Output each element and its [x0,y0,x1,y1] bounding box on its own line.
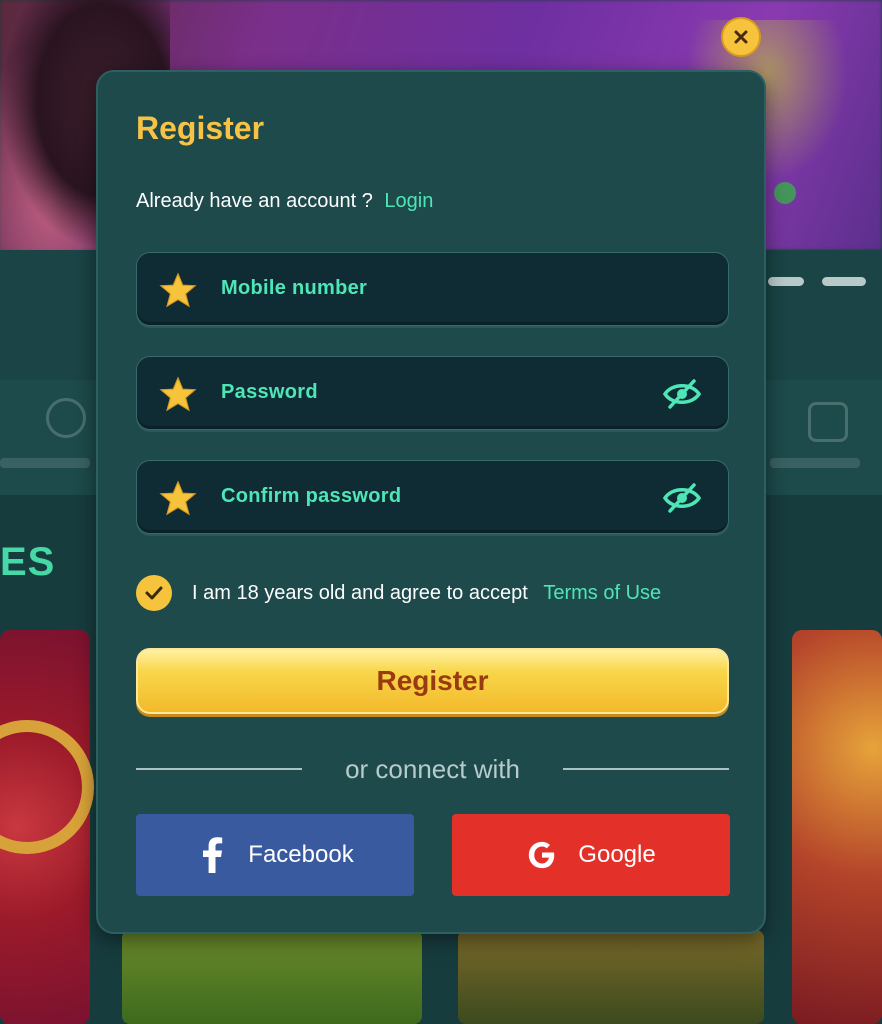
register-modal: Register Already have an account ? Login… [96,70,766,934]
background-game-card [0,630,94,1024]
google-icon [526,839,558,871]
facebook-icon [196,837,228,873]
confirm-password-label: Confirm password [221,485,402,507]
agree-text: I am 18 years old and agree to accept Te… [192,582,661,605]
login-prompt-text: Already have an account ? [136,190,373,212]
carousel-dot [822,277,866,286]
checkmark-icon [145,586,163,600]
mobile-number-field[interactable]: Mobile number [136,252,729,326]
password-label: Password [221,381,318,403]
close-icon [734,30,748,44]
agree-checkbox[interactable] [136,575,172,611]
terms-of-use-link[interactable]: Terms of Use [543,582,661,604]
background-section-title: ES [0,540,56,584]
facebook-label: Facebook [248,841,354,868]
password-field[interactable]: Password [136,356,729,430]
agree-statement: I am 18 years old and agree to accept [192,582,528,604]
eye-slash-icon[interactable] [662,482,702,514]
google-login-button[interactable]: Google [452,814,730,896]
nav-favorites-icon [46,398,86,438]
star-icon [159,480,197,516]
carousel-dot [768,277,804,286]
confirm-password-field[interactable]: Confirm password [136,460,729,534]
connect-divider: or connect with [136,752,729,786]
login-prompt: Already have an account ? Login [136,190,433,213]
modal-title: Register [136,110,265,146]
background-game-card [122,930,422,1024]
age-agreement: I am 18 years old and agree to accept Te… [136,574,746,614]
facebook-login-button[interactable]: Facebook [136,814,414,896]
divider-line [563,768,729,770]
background-game-card [792,630,882,1024]
close-button[interactable] [721,17,761,57]
mobile-number-label: Mobile number [221,277,368,299]
banner-badge [774,182,796,204]
login-link[interactable]: Login [384,190,433,212]
star-icon [159,272,197,308]
nav-esports-icon [808,402,848,442]
nav-label [770,458,860,468]
star-icon [159,376,197,412]
eye-slash-icon[interactable] [662,378,702,410]
register-button[interactable]: Register [136,648,729,714]
nav-label [0,458,90,468]
google-label: Google [578,841,656,868]
background-game-card [458,930,764,1024]
